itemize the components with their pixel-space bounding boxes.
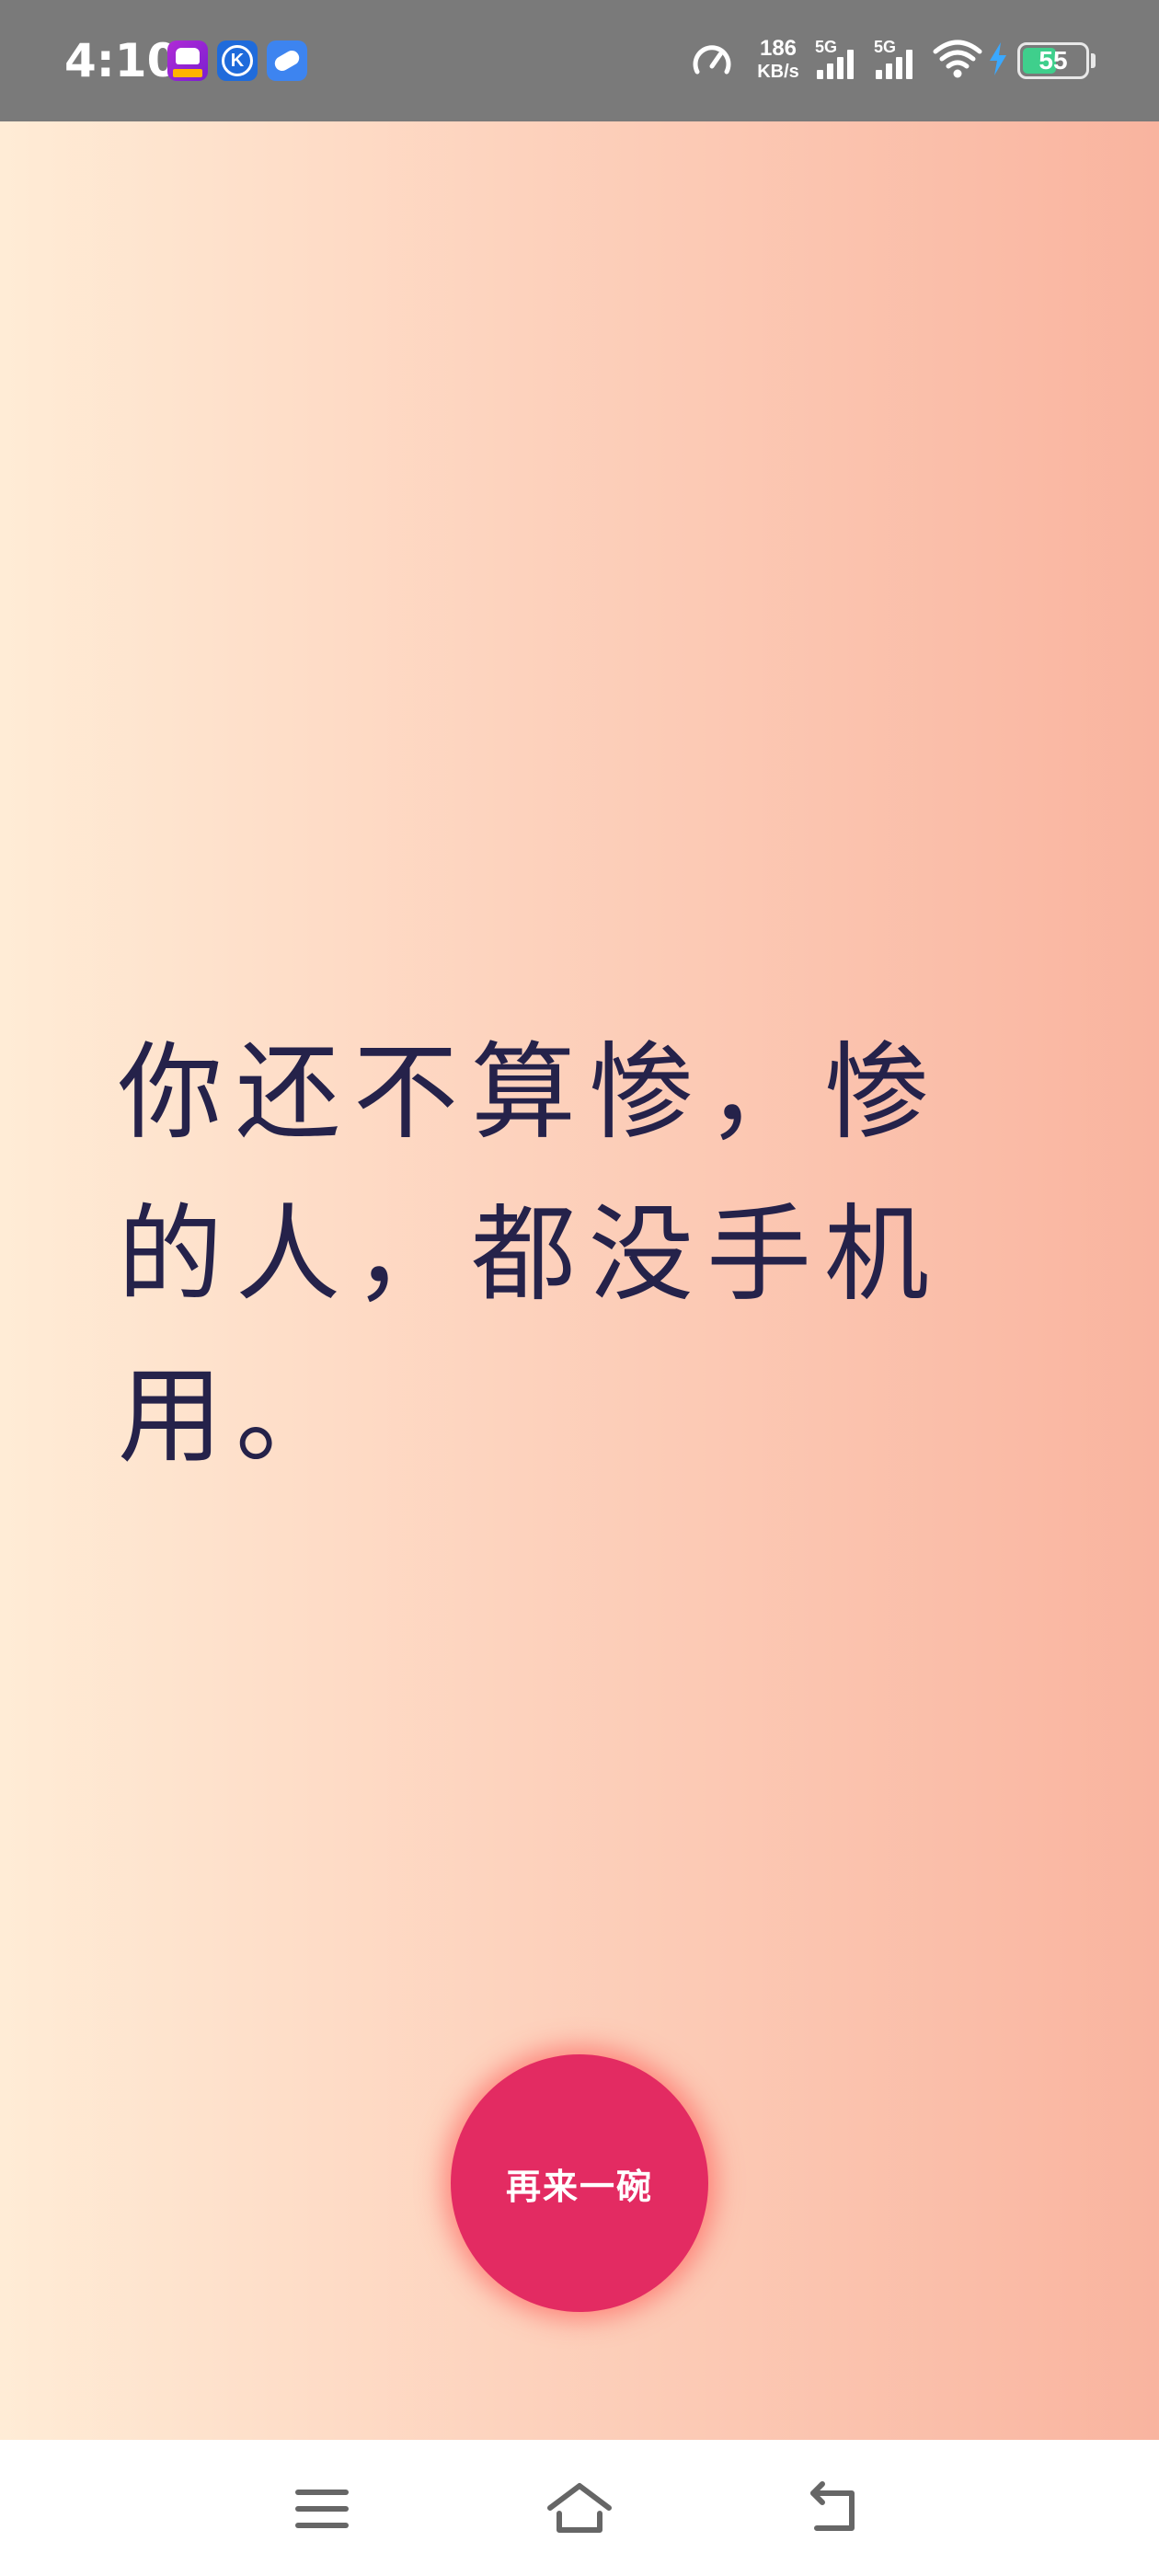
battery-cap — [1091, 53, 1096, 68]
wifi-icon — [933, 40, 982, 78]
status-time: 4:10 — [64, 34, 179, 87]
sim1-type: 5G — [815, 38, 838, 56]
sim1-signal-icon: 5G — [815, 37, 863, 83]
back-icon[interactable] — [800, 2477, 874, 2541]
speedometer-icon — [693, 45, 731, 75]
status-bar: 4:10 K 186 KB/s 5G 5G 55 — [0, 0, 1159, 121]
home-icon[interactable] — [543, 2477, 616, 2541]
battery-icon: 55 — [1017, 42, 1089, 79]
game-app-notification-icon — [167, 40, 208, 81]
network-speed-value: 186 — [759, 36, 798, 61]
network-speed: 186 KB/s — [751, 37, 806, 83]
network-speed-unit: KB/s — [757, 62, 799, 82]
charging-icon — [990, 42, 1006, 75]
menu-icon[interactable] — [285, 2477, 359, 2541]
k-app-notification-icon: K — [217, 40, 258, 81]
again-button[interactable]: 再来一碗 — [451, 2054, 708, 2312]
sim2-signal-icon: 5G — [874, 37, 922, 83]
pill-app-notification-icon — [267, 40, 307, 81]
quote-text: 你还不算惨，惨的人，都没手机用。 — [118, 1031, 943, 1478]
battery-level: 55 — [1039, 46, 1068, 75]
navigation-bar — [0, 2440, 1159, 2576]
main-content: 你还不算惨，惨的人，都没手机用。 再来一碗 — [0, 121, 1159, 2440]
sim2-type: 5G — [874, 38, 897, 56]
